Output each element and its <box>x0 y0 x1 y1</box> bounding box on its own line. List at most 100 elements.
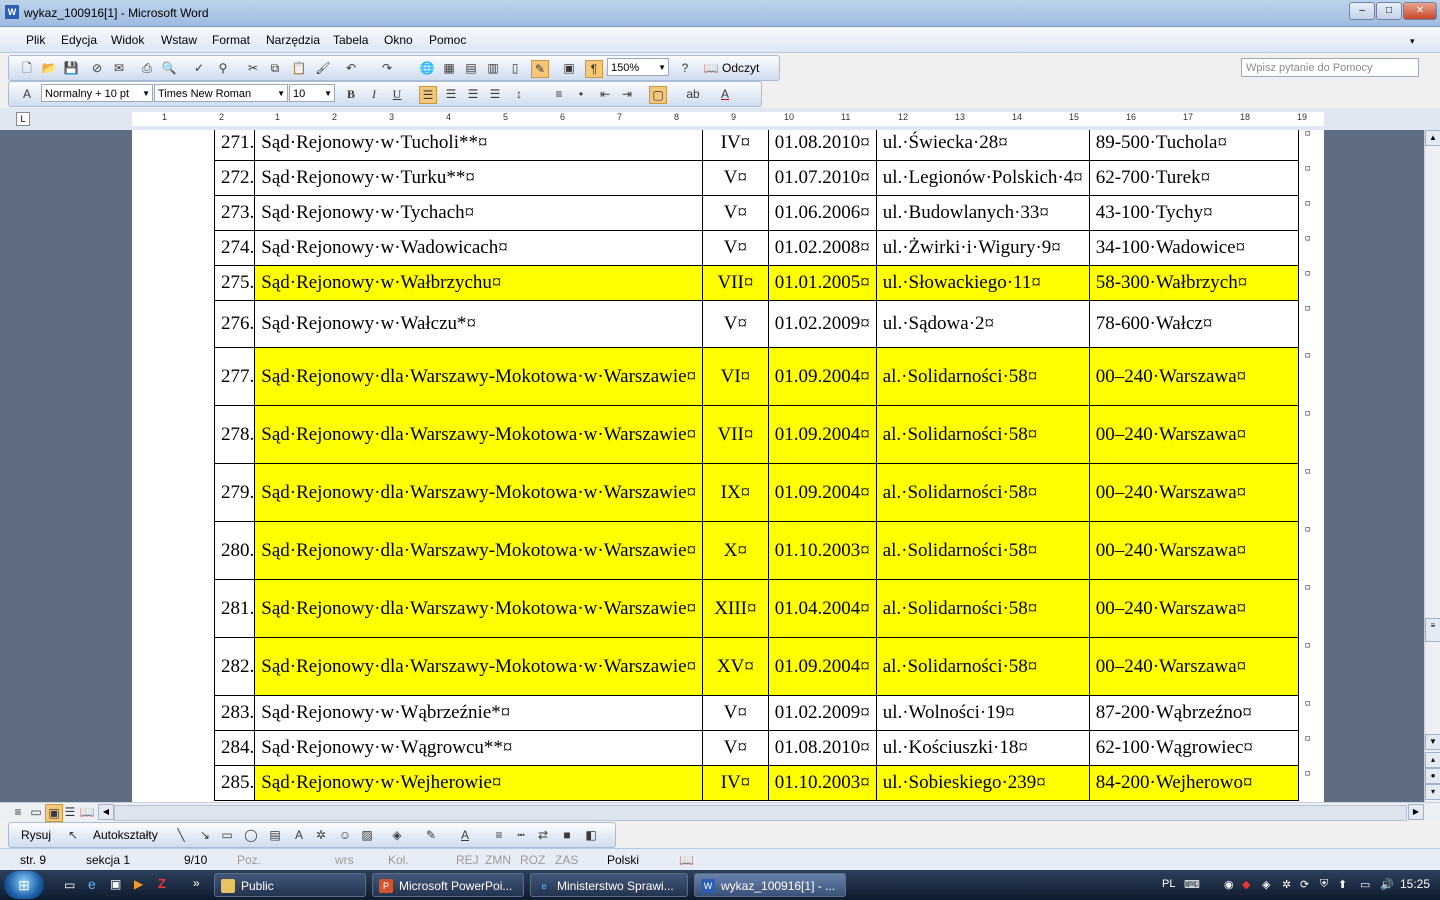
menu-edycja[interactable]: Edycja <box>61 33 97 47</box>
cell-date[interactable]: 01.01.2005¤ <box>767 265 877 301</box>
cell-city[interactable]: 87-200·Wąbrzeźno¤ <box>1088 695 1299 731</box>
scroll-up-icon[interactable]: ▲ <box>1425 130 1440 146</box>
cell-nr[interactable]: 274. <box>213 230 256 266</box>
cell-nr[interactable]: 278. <box>213 405 256 464</box>
outline-view-icon[interactable]: ☰ <box>62 804 78 820</box>
decrease-indent-icon[interactable]: ⇤ <box>597 86 613 102</box>
update-icon[interactable]: ⬆ <box>1338 878 1347 891</box>
paste-icon[interactable]: 📋 <box>291 60 307 76</box>
email-icon[interactable]: ✉ <box>111 60 127 76</box>
save-icon[interactable]: 💾 <box>63 60 79 76</box>
start-button[interactable]: ⊞ <box>4 871 44 899</box>
arrow-icon[interactable]: ↘ <box>197 827 213 843</box>
cell-addr[interactable]: al.·Solidarności·58¤ <box>875 521 1090 580</box>
cell-date[interactable]: 01.09.2004¤ <box>767 637 877 696</box>
cell-name[interactable]: Sąd·Rejonowy·w·Tucholi**¤ <box>254 130 704 161</box>
cell-date[interactable]: 01.07.2010¤ <box>767 160 877 196</box>
hyperlink-icon[interactable]: 🌐 <box>419 60 435 76</box>
cell-date[interactable]: 01.09.2004¤ <box>767 347 877 406</box>
format-painter-icon[interactable]: 🖌 <box>315 60 331 76</box>
new-document-icon[interactable]: 🗋 <box>19 60 35 76</box>
cell-nr[interactable]: 276. <box>213 300 256 348</box>
cell-name[interactable]: Sąd·Rejonowy·w·Wałczu*¤ <box>254 300 704 348</box>
cell-name[interactable]: Sąd·Rejonowy·w·Wągrowcu**¤ <box>254 730 704 766</box>
cell-addr[interactable]: al.·Solidarności·58¤ <box>875 579 1090 638</box>
horizontal-ruler[interactable]: 1 2 1 2 3 4 5 6 7 8 9 10 11 12 13 14 15 … <box>132 112 1324 126</box>
cell-city[interactable]: 00–240·Warszawa¤ <box>1088 347 1299 406</box>
print-icon[interactable]: ⎙ <box>139 60 155 76</box>
scroll-down-icon[interactable]: ▼ <box>1425 734 1440 750</box>
research-icon[interactable]: ⚲ <box>215 60 231 76</box>
cell-city[interactable]: 00–240·Warszawa¤ <box>1088 463 1299 522</box>
cell-nr[interactable]: 282. <box>213 637 256 696</box>
clip-art-icon[interactable]: ☺ <box>337 827 353 843</box>
scroll-left-icon[interactable]: ◀ <box>98 804 114 820</box>
previous-page-icon[interactable]: ▴ <box>1425 752 1440 768</box>
cell-name[interactable]: Sąd·Rejonowy·dla·Warszawy-Mokotowa·w·War… <box>254 347 704 406</box>
cell-date[interactable]: 01.10.2003¤ <box>767 765 877 801</box>
cell-date[interactable]: 01.06.2006¤ <box>767 195 877 231</box>
next-page-icon[interactable]: ▾ <box>1425 784 1440 800</box>
cell-city[interactable]: 78-600·Wałcz¤ <box>1088 300 1299 348</box>
font-select[interactable]: Times New Roman ▼ <box>154 84 288 102</box>
line-spacing-icon[interactable]: ↕ <box>511 86 527 102</box>
cell-nr[interactable]: 275. <box>213 265 256 301</box>
spelling-icon[interactable]: ✓ <box>191 60 207 76</box>
menu-plik[interactable]: Plik <box>26 33 45 47</box>
cell-date[interactable]: 01.02.2009¤ <box>767 695 877 731</box>
document-map-icon[interactable]: ▣ <box>561 60 577 76</box>
cell-date[interactable]: 01.04.2004¤ <box>767 579 877 638</box>
sync-icon[interactable]: ⟳ <box>1300 878 1309 891</box>
status-rec[interactable]: REJ <box>456 853 479 867</box>
cell-date[interactable]: 01.02.2008¤ <box>767 230 877 266</box>
menu-widok[interactable]: Widok <box>111 33 144 47</box>
clock[interactable]: 15:25 <box>1400 877 1430 891</box>
open-folder-icon[interactable]: 📂 <box>41 60 57 76</box>
cell-inst[interactable]: XIII¤ <box>702 579 769 638</box>
cell-addr[interactable]: al.·Solidarności·58¤ <box>875 637 1090 696</box>
status-ovr[interactable]: ZAS <box>555 853 578 867</box>
cell-name[interactable]: Sąd·Rejonowy·w·Wejherowie¤ <box>254 765 704 801</box>
bold-icon[interactable]: B <box>343 86 359 102</box>
cell-inst[interactable]: XV¤ <box>702 637 769 696</box>
tab-selector-icon[interactable]: L <box>16 112 30 126</box>
taskbar-item-word[interactable]: Wwykaz_100916[1] - ... <box>694 873 846 897</box>
highlight-icon[interactable]: ab <box>685 86 701 102</box>
undo-icon[interactable]: ↶ <box>343 60 359 76</box>
arrow-style-icon[interactable]: ⇄ <box>535 827 551 843</box>
maximize-button[interactable]: □ <box>1376 2 1402 20</box>
help-search-input[interactable]: Wpisz pytanie do Pomocy <box>1241 58 1419 77</box>
taskbar-item-public[interactable]: Public <box>214 873 366 897</box>
reading-view-icon[interactable]: 📖 <box>79 804 95 820</box>
volume-icon[interactable]: 🔊 <box>1380 878 1394 891</box>
cell-date[interactable]: 01.09.2004¤ <box>767 405 877 464</box>
vertical-scrollbar[interactable]: ▲ ≡ ▼ ▴ ● ▾ <box>1424 130 1440 802</box>
document-page[interactable]: 271. Sąd·Rejonowy·w·Tucholi**¤ IV¤ 01.08.20… <box>132 130 1324 802</box>
cell-city[interactable]: 89-500·Tuchola¤ <box>1088 130 1299 161</box>
cell-addr[interactable]: ul.·Kościuszki·18¤ <box>875 730 1090 766</box>
cell-nr[interactable]: 277. <box>213 347 256 406</box>
3d-style-icon[interactable]: ◧ <box>583 827 599 843</box>
cell-addr[interactable]: al.·Solidarności·58¤ <box>875 347 1090 406</box>
reading-layout-icon[interactable]: 📖 <box>703 60 719 76</box>
cell-name[interactable]: Sąd·Rejonowy·w·Wałbrzychu¤ <box>254 265 704 301</box>
cell-addr[interactable]: ul.·Sądowa·2¤ <box>875 300 1090 348</box>
status-language[interactable]: Polski <box>607 853 639 867</box>
cut-icon[interactable]: ✂ <box>245 60 261 76</box>
cell-name[interactable]: Sąd·Rejonowy·w·Turku**¤ <box>254 160 704 196</box>
line-style-icon[interactable]: ≡ <box>491 827 507 843</box>
wordart-icon[interactable]: A <box>291 827 307 843</box>
cell-inst[interactable]: V¤ <box>702 730 769 766</box>
cell-addr[interactable]: ul.·Budowlanych·33¤ <box>875 195 1090 231</box>
justify-icon[interactable]: ☰ <box>487 86 503 102</box>
cell-name[interactable]: Sąd·Rejonowy·w·Wąbrzeźnie*¤ <box>254 695 704 731</box>
line-icon[interactable]: ╲ <box>173 827 189 843</box>
language-indicator[interactable]: PL <box>1162 878 1175 890</box>
select-objects-icon[interactable]: ↖ <box>65 827 81 843</box>
cell-name[interactable]: Sąd·Rejonowy·w·Wadowicach¤ <box>254 230 704 266</box>
web-layout-icon[interactable]: ▭ <box>28 804 44 820</box>
cell-city[interactable]: 00–240·Warszawa¤ <box>1088 579 1299 638</box>
cell-nr[interactable]: 283. <box>213 695 256 731</box>
cell-date[interactable]: 01.08.2010¤ <box>767 730 877 766</box>
cell-city[interactable]: 62-100·Wągrowiec¤ <box>1088 730 1299 766</box>
